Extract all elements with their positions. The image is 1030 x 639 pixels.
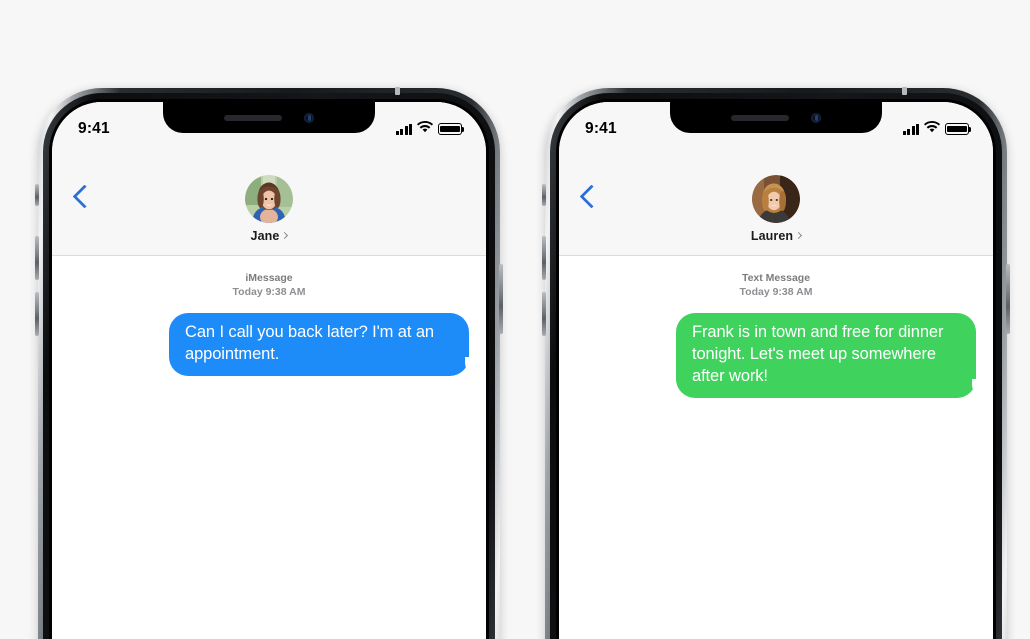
notch <box>163 102 375 133</box>
cellular-bars-icon <box>395 123 412 135</box>
front-camera-icon <box>811 112 821 123</box>
volume-up-button[interactable] <box>35 236 39 280</box>
message-list-left: iMessage Today 9:38 AM Can I call you ba… <box>52 257 486 639</box>
message-bubble-outgoing[interactable]: Frank is in town and free for dinner ton… <box>676 313 983 399</box>
message-list-right: Text Message Today 9:38 AM Frank is in t… <box>559 257 993 639</box>
notch <box>670 102 882 133</box>
front-camera-icon <box>304 112 314 123</box>
antenna-band <box>395 87 400 95</box>
volume-down-button[interactable] <box>542 292 546 336</box>
contact-name-text: Jane <box>250 229 280 243</box>
contact-detail-button-left[interactable]: Jane <box>52 175 486 243</box>
message-row: Frank is in town and free for dinner ton… <box>573 313 983 399</box>
earpiece-speaker-icon <box>224 114 282 121</box>
wifi-icon <box>924 120 940 138</box>
earpiece-speaker-icon <box>731 114 789 121</box>
message-timestamp: Today 9:38 AM <box>739 286 813 299</box>
message-bubble-outgoing[interactable]: Can I call you back later? I'm at an app… <box>169 313 476 377</box>
battery-full-icon <box>945 123 972 135</box>
message-timestamp: Today 9:38 AM <box>232 286 306 299</box>
iphone-device-left: 9:41 Jane iMessage Today 9:38 AM Can I c… <box>35 87 503 639</box>
message-meta-left: iMessage Today 9:38 AM <box>66 271 472 299</box>
status-indicators <box>395 120 465 138</box>
contact-name-right: Lauren <box>750 229 803 243</box>
status-time: 9:41 <box>78 120 110 137</box>
battery-full-icon <box>438 123 465 135</box>
contact-name-left: Jane <box>250 229 289 243</box>
service-label: iMessage <box>245 272 293 284</box>
silent-switch[interactable] <box>35 184 39 206</box>
screenshot-canvas: 9:41 Jane iMessage Today 9:38 AM Can I c… <box>0 0 1030 639</box>
service-label: Text Message <box>741 272 811 284</box>
contact-detail-button-right[interactable]: Lauren <box>559 175 993 243</box>
silent-switch[interactable] <box>542 184 546 206</box>
message-meta-right: Text Message Today 9:38 AM <box>573 271 979 299</box>
chevron-right-icon <box>281 231 289 240</box>
chevron-right-icon <box>795 231 803 240</box>
antenna-band <box>902 87 907 95</box>
contact-avatar-lauren[interactable] <box>752 175 800 223</box>
volume-down-button[interactable] <box>35 292 39 336</box>
volume-up-button[interactable] <box>542 236 546 280</box>
power-button[interactable] <box>499 264 503 334</box>
status-indicators <box>902 120 972 138</box>
power-button[interactable] <box>1006 264 1010 334</box>
contact-avatar-jane[interactable] <box>245 175 293 223</box>
status-time: 9:41 <box>585 120 617 137</box>
cellular-bars-icon <box>902 123 919 135</box>
device-screen-left: 9:41 Jane iMessage Today 9:38 AM Can I c… <box>52 102 486 639</box>
iphone-device-right: 9:41 Lauren Text Message Today 9:38 AM F… <box>542 87 1010 639</box>
wifi-icon <box>417 120 433 138</box>
message-row: Can I call you back later? I'm at an app… <box>66 313 476 377</box>
device-screen-right: 9:41 Lauren Text Message Today 9:38 AM F… <box>559 102 993 639</box>
contact-name-text: Lauren <box>750 229 794 243</box>
